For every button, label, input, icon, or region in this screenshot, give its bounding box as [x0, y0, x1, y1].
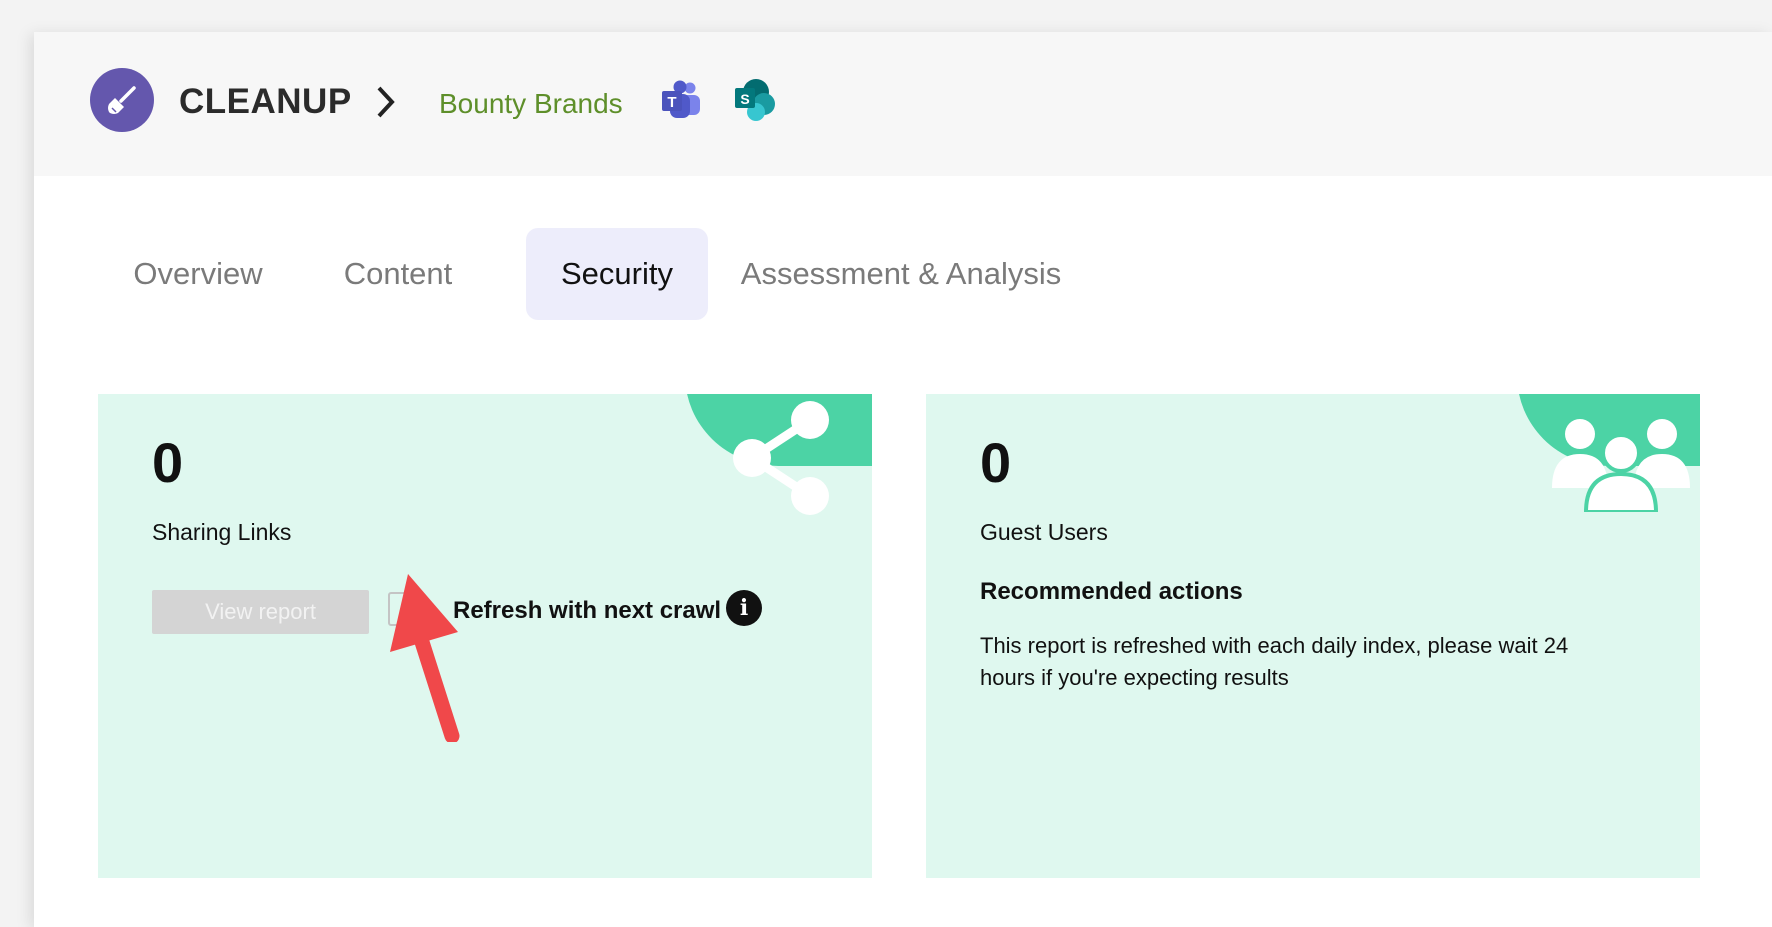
refresh-next-crawl-label[interactable]: Refresh with next crawl — [453, 597, 721, 625]
guest-users-count: 0 — [980, 431, 1012, 494]
tab-overview[interactable]: Overview — [98, 228, 298, 320]
chevron-right-icon — [377, 86, 395, 118]
users-group-icon — [1552, 419, 1690, 512]
sharing-links-card: 0 Sharing Links View report Refresh with… — [98, 394, 872, 878]
info-icon[interactable]: i — [726, 590, 762, 626]
app-window: CLEANUP Bounty Brands T S Overview Conte… — [34, 32, 1772, 927]
tab-bar: Overview Content Security Assessment & A… — [34, 228, 1772, 320]
guest-users-label: Guest Users — [980, 519, 1108, 545]
sharing-links-label: Sharing Links — [152, 519, 292, 545]
app-title: CLEANUP — [179, 82, 352, 121]
share-icon — [733, 401, 829, 515]
sharing-links-count: 0 — [152, 431, 184, 494]
app-logo[interactable] — [90, 68, 154, 132]
microsoft-teams-icon[interactable]: T — [660, 80, 702, 120]
header-bar: CLEANUP Bounty Brands T S — [34, 32, 1772, 176]
guest-users-card: 0 Guest Users Recommended actions This r… — [926, 394, 1700, 878]
tab-content[interactable]: Content — [318, 228, 478, 320]
recommended-actions-title: Recommended actions — [980, 578, 1243, 605]
annotation-arrow-icon — [390, 574, 460, 742]
svg-text:T: T — [667, 94, 676, 111]
tab-security[interactable]: Security — [526, 228, 708, 320]
broom-icon — [108, 86, 136, 114]
svg-text:S: S — [740, 91, 749, 107]
view-report-button[interactable]: View report — [152, 590, 369, 634]
tab-assessment-analysis[interactable]: Assessment & Analysis — [729, 228, 1073, 320]
recommended-actions-text: This report is refreshed with each daily… — [980, 633, 1569, 690]
breadcrumb-site-link[interactable]: Bounty Brands — [439, 88, 623, 120]
sharepoint-icon[interactable]: S — [734, 78, 778, 122]
